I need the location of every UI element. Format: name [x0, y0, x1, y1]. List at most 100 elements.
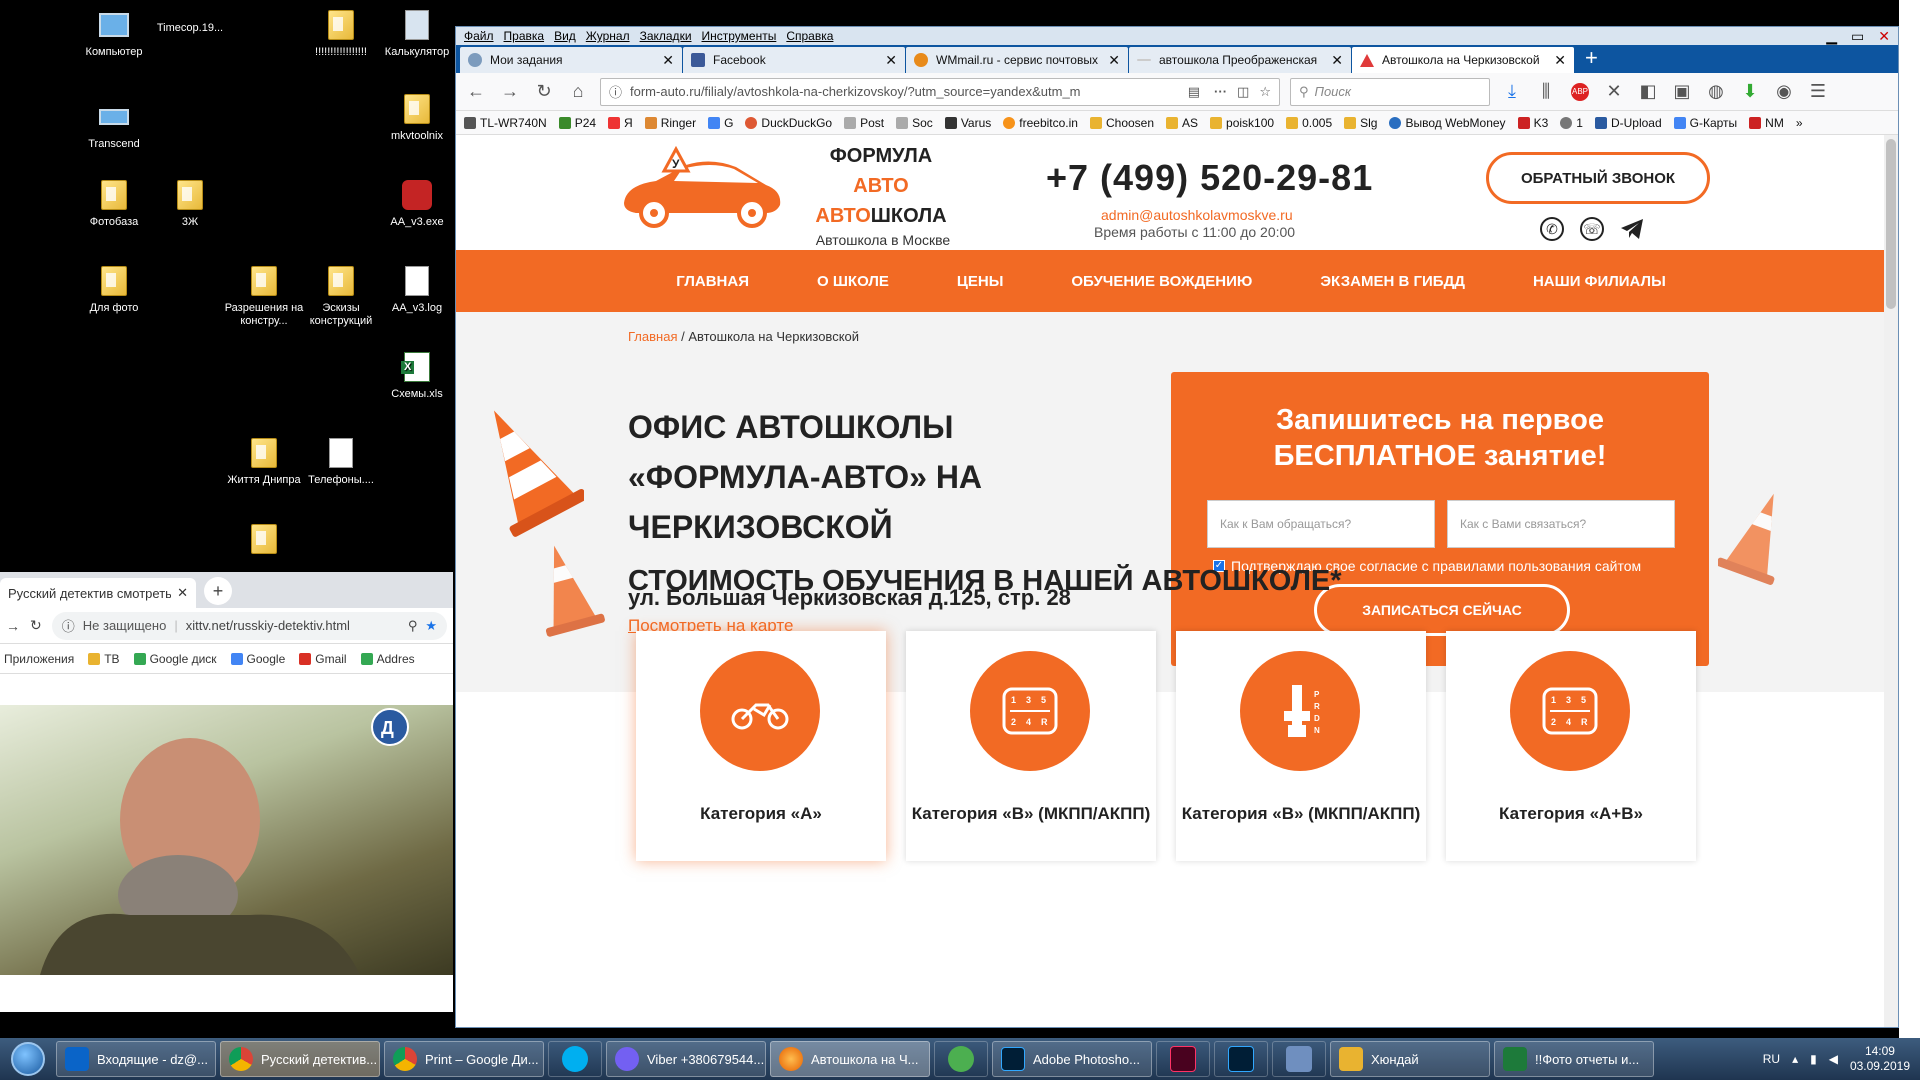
bookmark-star-icon[interactable]: ☆: [1259, 84, 1271, 100]
new-tab-icon[interactable]: +: [204, 577, 232, 605]
nav-branches[interactable]: НАШИ ФИЛИАЛЫ: [1533, 273, 1666, 290]
taskbar-excel[interactable]: !!Фото отчеты и...: [1494, 1041, 1654, 1077]
bookmark-d-upload[interactable]: D-Upload: [1594, 116, 1662, 130]
bookmark-addres[interactable]: Addres: [360, 652, 415, 666]
desktop-icon-eskizy[interactable]: Эскизы конструкций: [301, 264, 381, 328]
bookmark-p24[interactable]: P24: [558, 116, 596, 130]
new-tab-icon[interactable]: +: [1575, 45, 1608, 73]
desktop-icon-razresheniya[interactable]: Разрешения на констру...: [224, 264, 304, 328]
nav-prices[interactable]: ЦЕНЫ: [957, 273, 1003, 290]
taskbar-outlook[interactable]: Входящие - dz@...: [56, 1041, 216, 1077]
minimize-icon[interactable]: ▁: [1826, 28, 1837, 45]
bookmark-webmoney[interactable]: Вывод WebMoney: [1389, 116, 1506, 130]
taskbar-viber[interactable]: Viber +380679544...: [606, 1041, 766, 1077]
taskbar-photoshop[interactable]: Adobe Photosho...: [992, 1041, 1152, 1077]
start-button[interactable]: [0, 1038, 56, 1080]
forward-icon[interactable]: →: [498, 80, 522, 104]
taskbar-photoshop-2[interactable]: [1214, 1041, 1268, 1077]
bookmark-freebitco[interactable]: freebitco.in: [1003, 116, 1078, 130]
nav-driving-lessons[interactable]: ОБУЧЕНИЕ ВОЖДЕНИЮ: [1071, 273, 1252, 290]
nav-exam[interactable]: ЭКЗАМЕН В ГИБДД: [1320, 273, 1465, 290]
desktop-icon-timecop[interactable]: Timecop.19...: [150, 22, 230, 35]
network-icon[interactable]: ▮: [1810, 1052, 1817, 1066]
close-tab-icon[interactable]: ✕: [885, 52, 897, 69]
bookmark-apps[interactable]: Приложения: [4, 652, 74, 666]
volume-icon[interactable]: ◀: [1829, 1052, 1838, 1066]
desktop-icon-mkvtoolnix[interactable]: mkvtoolnix: [377, 92, 457, 143]
language-indicator[interactable]: RU: [1763, 1052, 1780, 1066]
desktop-icon-folder-exclaim[interactable]: !!!!!!!!!!!!!!!!!: [301, 8, 381, 59]
desktop-icon-dlya-foto[interactable]: Для фото: [74, 264, 154, 315]
contact-input[interactable]: Как с Вами связаться?: [1447, 500, 1675, 548]
bookmark-ya[interactable]: Я: [608, 116, 633, 130]
bookmark-as[interactable]: AS: [1166, 116, 1198, 130]
price-card-a-b[interactable]: 13524R Категория «А+В»: [1446, 631, 1696, 861]
tab-cherkizovskaya[interactable]: Автошкола на Черкизовской ✕: [1352, 47, 1574, 73]
tab-facebook[interactable]: Facebook ✕: [683, 47, 905, 73]
search-icon[interactable]: ⚲: [408, 618, 418, 634]
tray-chevron-icon[interactable]: ▴: [1792, 1052, 1798, 1066]
desktop-icon-telefony[interactable]: Телефоны....: [301, 436, 381, 487]
close-tab-icon[interactable]: ✕: [1108, 52, 1120, 69]
bookmark-g-maps[interactable]: G-Карты: [1673, 116, 1737, 130]
taskbar-chrome-print[interactable]: Print – Google Ди...: [384, 1041, 544, 1077]
nav-home[interactable]: ГЛАВНАЯ: [676, 273, 749, 290]
pocket-icon[interactable]: ◫: [1237, 84, 1249, 100]
bookmark-tl-wr740n[interactable]: TL-WR740N: [464, 116, 547, 130]
taskbar-chrome-detective[interactable]: Русский детектив...: [220, 1041, 380, 1077]
reader-icon[interactable]: ▤: [1188, 84, 1200, 100]
video-player[interactable]: Д: [0, 705, 453, 975]
scrollbar-thumb[interactable]: [1886, 139, 1896, 309]
taskbar-explorer-hyundai[interactable]: Хюндай: [1330, 1041, 1490, 1077]
chrome-omnibox[interactable]: ⓘ Не защищено | xittv.net/russkiy-detekt…: [51, 611, 447, 640]
url-bar[interactable]: ⓘ form-auto.ru/filialy/avtoshkola-na-che…: [600, 77, 1280, 106]
bookmark-slg[interactable]: Slg: [1344, 116, 1377, 130]
hamburger-menu-icon[interactable]: ☰: [1806, 80, 1830, 104]
close-tab-icon[interactable]: ✕: [1554, 52, 1566, 69]
taskbar-firefox[interactable]: Автошкола на Ч...: [770, 1041, 930, 1077]
breadcrumb-home[interactable]: Главная: [628, 329, 677, 344]
close-tab-icon[interactable]: ✕: [662, 52, 674, 69]
nav-about[interactable]: О ШКОЛЕ: [817, 273, 889, 290]
adblock-icon[interactable]: ABP: [1568, 80, 1592, 104]
bookmark-google[interactable]: Google: [230, 652, 285, 666]
menu-tools[interactable]: Инструменты: [702, 29, 777, 43]
extension-download-icon[interactable]: ⬇: [1738, 80, 1762, 104]
reload-icon[interactable]: ↻: [532, 80, 556, 104]
forward-icon[interactable]: →: [6, 618, 20, 634]
bookmark-poisk100[interactable]: poisk100: [1210, 116, 1274, 130]
vpn-globe-icon[interactable]: ◍: [1704, 80, 1728, 104]
close-tab-icon[interactable]: ✕: [177, 585, 188, 601]
page-scrollbar[interactable]: [1884, 135, 1898, 1027]
close-tab-icon[interactable]: ✕: [1331, 52, 1343, 69]
bookmark-google-drive[interactable]: Google диск: [133, 652, 217, 666]
back-icon[interactable]: ←: [464, 80, 488, 104]
taskbar-skype[interactable]: [548, 1041, 602, 1077]
desktop-icon-zhyttya[interactable]: Життя Днипра: [224, 436, 304, 487]
bookmark-soc[interactable]: Soc: [896, 116, 933, 130]
callback-button[interactable]: ОБРАТНЫЙ ЗВОНОК: [1486, 152, 1710, 204]
menu-edit[interactable]: Правка: [504, 29, 545, 43]
search-bar[interactable]: ⚲ Поиск: [1290, 77, 1490, 106]
info-icon[interactable]: ⓘ: [609, 82, 622, 101]
bookmark-choosen[interactable]: Choosen: [1089, 116, 1154, 130]
maximize-icon[interactable]: ▭: [1851, 28, 1864, 45]
download-icon[interactable]: ⤓: [1500, 80, 1524, 104]
menu-history[interactable]: Журнал: [586, 29, 630, 43]
more-icon[interactable]: ···: [1214, 84, 1227, 99]
home-icon[interactable]: ⌂: [566, 80, 590, 104]
desktop-icon-aa-exe[interactable]: AA_v3.exe: [377, 178, 457, 229]
bookmark-ringer[interactable]: Ringer: [644, 116, 696, 130]
desktop-icon-folder-partial[interactable]: [224, 522, 304, 560]
name-input[interactable]: Как к Вам обращаться?: [1207, 500, 1435, 548]
clock[interactable]: 14:09 03.09.2019: [1850, 1044, 1910, 1074]
price-card-b-manual[interactable]: 13524R Категория «В» (МКПП/АКПП): [906, 631, 1156, 861]
menu-bookmarks[interactable]: Закладки: [640, 29, 692, 43]
desktop-icon-3zh[interactable]: 3Ж: [150, 178, 230, 229]
taskbar-app-green[interactable]: [934, 1041, 988, 1077]
bookmark-post[interactable]: Post: [844, 116, 884, 130]
desktop-icon-transcend[interactable]: Transcend: [74, 100, 154, 151]
library-icon[interactable]: ⫼: [1534, 80, 1558, 104]
desktop-icon-skhemy[interactable]: Схемы.xls: [377, 350, 457, 401]
desktop-icon-aa-log[interactable]: AA_v3.log: [377, 264, 457, 315]
